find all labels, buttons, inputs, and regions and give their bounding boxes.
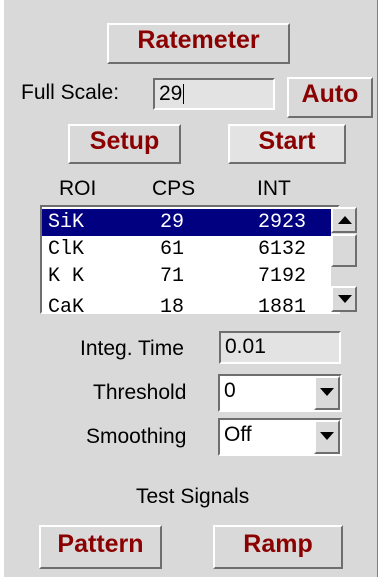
threshold-label: Threshold (93, 381, 187, 404)
int-cell: 6132 (258, 238, 307, 261)
ratemeter-button[interactable]: Ratemeter (107, 23, 290, 64)
int-cell: 7192 (258, 265, 307, 288)
full-scale-value: 29 (159, 82, 183, 105)
cps-column-header: CPS (152, 177, 196, 200)
threshold-select[interactable]: 0 (218, 374, 342, 412)
roi-list[interactable]: SiK 29 2923 ClK 61 6132 K K 71 7192 CaK … (40, 205, 340, 314)
integ-time-label: Integ. Time (80, 337, 184, 360)
cps-cell: 71 (160, 265, 185, 288)
scroll-down-button[interactable] (331, 286, 357, 312)
list-item[interactable]: K K 71 7192 (42, 263, 332, 290)
smoothing-label: Smoothing (86, 425, 187, 448)
auto-button-label: Auto (301, 80, 359, 108)
roi-cell: ClK (48, 238, 85, 261)
smoothing-dropdown-button[interactable] (314, 420, 340, 454)
ratemeter-button-label: Ratemeter (137, 26, 260, 54)
triangle-down-icon (320, 388, 334, 396)
roi-column-header: ROI (59, 177, 97, 200)
panel-left-edge (0, 0, 4, 577)
list-item[interactable]: CaK 18 1881 (42, 294, 332, 314)
full-scale-input[interactable]: 29 (153, 78, 275, 110)
text-caret (183, 84, 185, 104)
cps-cell: 29 (160, 211, 185, 234)
ramp-button-label: Ramp (243, 530, 313, 558)
cps-cell: 61 (160, 238, 185, 261)
smoothing-select[interactable]: Off (218, 418, 342, 456)
smoothing-value: Off (224, 423, 252, 446)
pattern-button-label: Pattern (57, 530, 144, 558)
start-button[interactable]: Start (228, 124, 346, 164)
full-scale-label: Full Scale: (21, 81, 120, 104)
test-signals-label: Test Signals (136, 485, 250, 508)
int-cell: 2923 (258, 211, 307, 234)
scroll-up-button[interactable] (331, 207, 357, 233)
integ-time-value: 0.01 (225, 335, 266, 358)
triangle-down-icon (320, 432, 334, 440)
threshold-value: 0 (224, 379, 236, 402)
roi-cell: CaK (48, 296, 85, 314)
roi-cell: K K (48, 265, 85, 288)
cps-cell: 18 (160, 296, 185, 314)
ramp-button[interactable]: Ramp (213, 525, 343, 569)
setup-button[interactable]: Setup (68, 124, 181, 164)
int-column-header: INT (257, 177, 291, 200)
int-cell: 1881 (258, 296, 307, 314)
setup-button-label: Setup (89, 127, 160, 155)
scroll-thumb[interactable] (331, 234, 357, 267)
list-item[interactable]: ClK 61 6132 (42, 236, 332, 263)
list-item[interactable]: SiK 29 2923 (42, 209, 332, 236)
roi-cell: SiK (48, 211, 85, 234)
integ-time-input[interactable]: 0.01 (219, 331, 341, 364)
threshold-dropdown-button[interactable] (314, 376, 340, 410)
triangle-down-icon (338, 295, 352, 303)
triangle-up-icon (338, 216, 352, 224)
start-button-label: Start (258, 127, 316, 155)
pattern-button[interactable]: Pattern (39, 525, 162, 569)
auto-button[interactable]: Auto (287, 77, 373, 118)
roi-list-scrollbar[interactable] (331, 207, 357, 312)
